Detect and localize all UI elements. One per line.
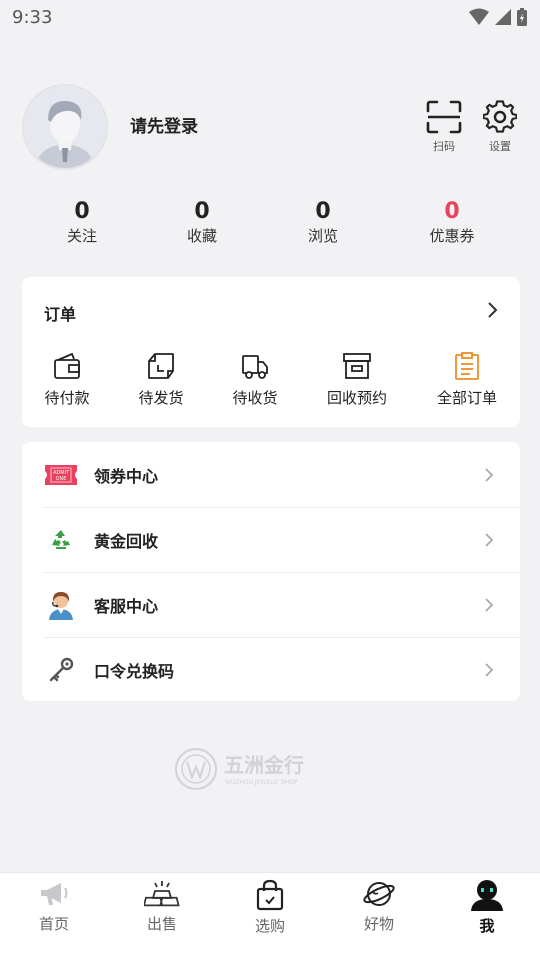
battery-icon [517, 8, 527, 26]
wifi-icon [469, 8, 489, 25]
scan-icon [426, 100, 462, 134]
stat-favorites[interactable]: 0 收藏 [162, 198, 242, 246]
chevron-right-icon [485, 662, 494, 677]
orders-card: 订单 待付款 待发货 待收货 回收预约 全部订单 [22, 277, 520, 427]
brand-tagline: WUZHOU JEWELS' SHOP [225, 779, 298, 786]
order-label: 待付款 [44, 389, 90, 407]
chevron-right-icon [485, 597, 494, 612]
menu-card: ADMIT ONE 领券中心 黄金回收 客服中心 口令兑换码 [22, 442, 520, 701]
tab-label: 出售 [146, 915, 177, 933]
stat-value: 0 [74, 199, 90, 224]
megaphone-icon [41, 883, 68, 905]
menu-label: 口令兑换码 [94, 661, 175, 681]
stat-label: 收藏 [186, 227, 217, 245]
chevron-right-icon[interactable] [486, 301, 498, 319]
clipboard-list-icon [455, 352, 479, 380]
stat-value: 0 [444, 199, 460, 224]
chevron-right-icon [485, 532, 494, 547]
stat-value: 0 [315, 199, 331, 224]
tab-label: 好物 [363, 915, 394, 933]
menu-item-coupon-center[interactable]: ADMIT ONE 领券中心 [22, 442, 520, 507]
tab-me[interactable]: 我 [452, 879, 522, 936]
menu-label: 领券中心 [94, 466, 159, 486]
order-pending-receipt[interactable]: 待收货 [210, 351, 300, 408]
archive-box-icon [343, 353, 371, 379]
menu-item-code-redeem[interactable]: 口令兑换码 [22, 637, 520, 702]
order-recycle-appointment[interactable]: 回收预约 [312, 351, 402, 408]
signal-icon [495, 9, 511, 25]
menu-item-customer-service[interactable]: 客服中心 [22, 572, 520, 637]
tab-goods[interactable]: 好物 [344, 879, 414, 934]
menu-item-gold-recycle[interactable]: 黄金回收 [22, 507, 520, 572]
user-robot-icon [471, 880, 503, 911]
shopping-bag-icon [256, 879, 284, 911]
settings-button[interactable]: 设置 [478, 100, 522, 154]
order-all[interactable]: 全部订单 [422, 351, 512, 408]
customer-service-icon [44, 588, 78, 622]
stat-follow[interactable]: 0 关注 [42, 198, 122, 246]
chevron-right-icon [485, 467, 494, 482]
status-bar: 9:33 [0, 0, 540, 34]
tab-label: 选购 [254, 917, 285, 935]
status-icons [468, 7, 528, 27]
scan-label: 扫码 [433, 140, 455, 153]
stat-coupons[interactable]: 0 优惠券 [412, 198, 492, 246]
tab-home[interactable]: 首页 [19, 879, 89, 934]
menu-label: 黄金回收 [94, 531, 159, 551]
tab-sell[interactable]: 出售 [127, 879, 197, 934]
package-icon [148, 353, 174, 379]
recycle-icon [44, 523, 78, 557]
order-label: 回收预约 [326, 389, 387, 407]
tab-label: 首页 [38, 915, 69, 933]
avatar[interactable] [22, 84, 108, 170]
order-pending-shipment[interactable]: 待发货 [116, 351, 206, 408]
brand-name: 五洲金行 [224, 753, 304, 777]
tab-label: 我 [479, 917, 495, 935]
tab-shop[interactable]: 选购 [235, 879, 305, 936]
scan-button[interactable]: 扫码 [422, 100, 466, 154]
key-icon [44, 653, 78, 687]
order-pending-payment[interactable]: 待付款 [22, 351, 112, 408]
planet-icon [363, 882, 395, 906]
stat-value: 0 [194, 199, 210, 224]
stat-label: 关注 [66, 227, 97, 245]
wallet-icon [54, 352, 80, 379]
status-time: 9:33 [12, 6, 53, 28]
stat-label: 浏览 [307, 227, 338, 245]
stat-label: 优惠券 [429, 227, 475, 245]
login-prompt[interactable]: 请先登录 [130, 112, 198, 137]
order-label: 待发货 [138, 389, 184, 407]
brand-logo: 五洲金行 WUZHOU JEWELS' SHOP [172, 746, 318, 792]
truck-icon [242, 355, 268, 379]
ticket-icon: ADMIT ONE [44, 458, 78, 492]
profile-header: 请先登录 扫码 设置 [22, 84, 518, 170]
menu-label: 客服中心 [94, 596, 159, 616]
svg-text:ONE: ONE [56, 476, 67, 482]
order-label: 全部订单 [436, 389, 497, 407]
gear-icon [483, 100, 517, 133]
settings-label: 设置 [489, 140, 511, 153]
bottom-tab-bar: 首页 出售 选购 好物 我 [0, 872, 540, 960]
stat-history[interactable]: 0 浏览 [283, 198, 363, 246]
default-avatar-icon [24, 86, 106, 168]
stats-row: 0 关注 0 收藏 0 浏览 0 优惠券 [22, 198, 518, 254]
order-label: 待收货 [232, 389, 278, 407]
gold-bars-icon [144, 881, 180, 907]
orders-title: 订单 [44, 305, 77, 324]
